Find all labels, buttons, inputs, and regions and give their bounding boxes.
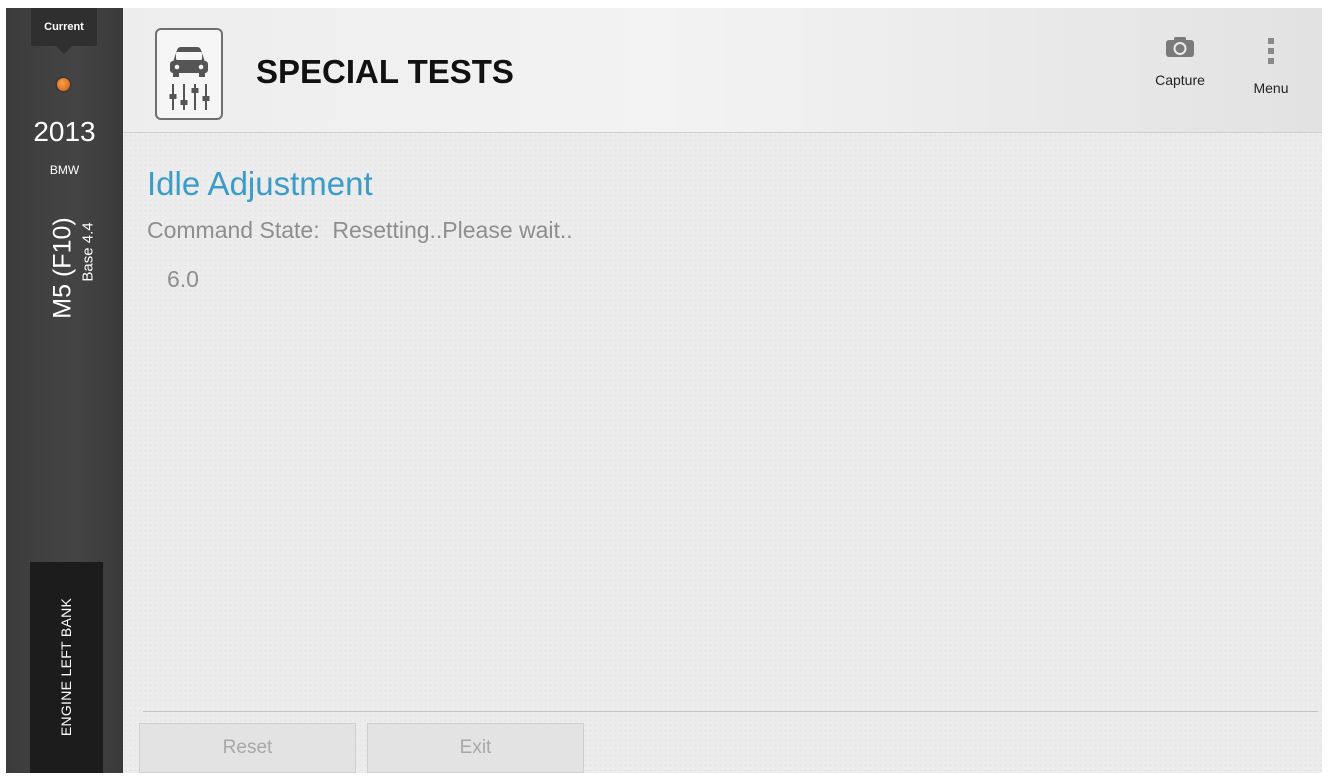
vehicle-engine: Base 4.4 bbox=[79, 222, 97, 282]
frame-bottom bbox=[0, 773, 1330, 783]
module-button[interactable]: ENGINE LEFT BANK bbox=[30, 562, 103, 773]
exit-button[interactable]: Exit bbox=[367, 723, 584, 773]
test-title: Idle Adjustment bbox=[147, 165, 373, 202]
footer-divider bbox=[143, 711, 1318, 712]
vehicle-sidebar: Current 2013 BMW M5 (F10) Base 4.4 ENGIN… bbox=[6, 8, 123, 773]
command-value: 6.0 bbox=[167, 266, 199, 292]
reset-button[interactable]: Reset bbox=[139, 723, 356, 773]
camera-icon bbox=[1147, 36, 1213, 63]
vehicle-model-block: M5 (F10) Base 4.4 bbox=[8, 208, 118, 328]
page-title: SPECIAL TESTS bbox=[256, 53, 514, 90]
current-label: Current bbox=[44, 21, 84, 33]
main-content: Idle Adjustment Command State: Resetting… bbox=[123, 133, 1322, 773]
capture-label: Capture bbox=[1155, 72, 1205, 88]
vehicle-model: M5 (F10) bbox=[48, 217, 77, 319]
vertical-dots-icon bbox=[1241, 36, 1301, 71]
frame-top bbox=[0, 0, 1330, 8]
menu-button[interactable]: Menu bbox=[1241, 36, 1301, 96]
capture-button[interactable]: Capture bbox=[1147, 36, 1213, 88]
menu-label: Menu bbox=[1253, 80, 1289, 96]
header-bar: SPECIAL TESTS Capture Menu bbox=[123, 8, 1322, 133]
car-sliders-icon bbox=[155, 28, 223, 120]
status-indicator-icon bbox=[57, 78, 70, 91]
frame-right bbox=[1322, 0, 1330, 783]
module-label: ENGINE LEFT BANK bbox=[58, 597, 74, 737]
command-state-text: Command State: Resetting..Please wait.. bbox=[147, 217, 573, 243]
current-tab[interactable]: Current bbox=[31, 8, 97, 54]
vehicle-make: BMW bbox=[49, 163, 80, 177]
vehicle-year: 2013 bbox=[33, 116, 96, 147]
frame-left bbox=[0, 0, 6, 783]
app-window: Current 2013 BMW M5 (F10) Base 4.4 ENGIN… bbox=[0, 0, 1330, 783]
